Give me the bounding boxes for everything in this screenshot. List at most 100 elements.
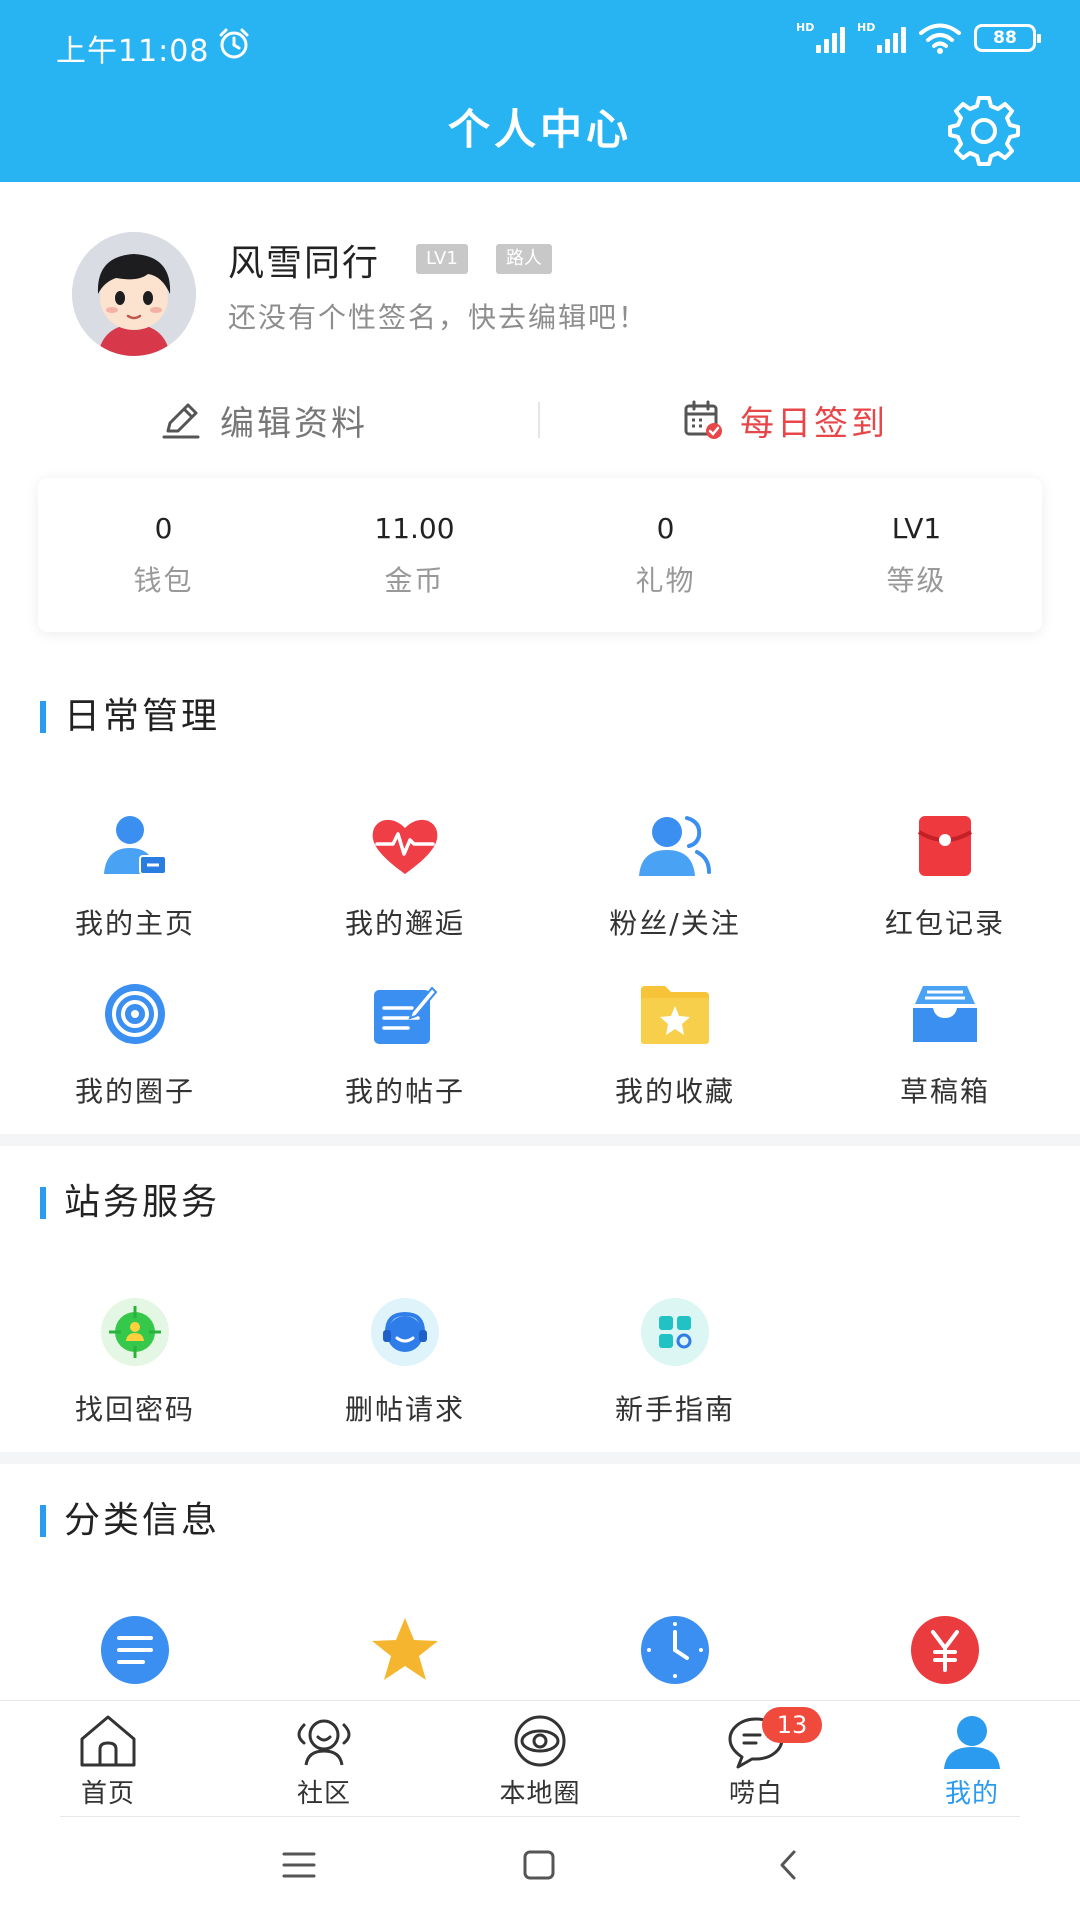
grid-item-label: 草稿箱 <box>899 1075 990 1108</box>
wifi-icon <box>919 23 961 54</box>
grid-item-my-homepage[interactable]: 我的主页 <box>0 806 270 942</box>
post-edit-icon <box>374 986 438 1044</box>
stat-label: 金币 <box>384 563 445 597</box>
unread-badge: 13 <box>762 1707 822 1743</box>
system-navigation-bar <box>0 1818 1080 1920</box>
grid-item-category-3[interactable] <box>540 1610 810 1690</box>
section-title-daily: 日常管理 <box>40 697 220 737</box>
daily-checkin-label: 每日签到 <box>740 403 888 444</box>
role-badge: 路人 <box>496 244 552 274</box>
star-folder-icon <box>641 986 709 1044</box>
grid-item-my-posts[interactable]: 我的帖子 <box>270 974 540 1110</box>
edit-profile-label: 编辑资料 <box>220 403 368 444</box>
back-icon[interactable] <box>772 1848 806 1882</box>
status-time: 上午11:08 <box>56 34 210 69</box>
heart-pulse-icon <box>372 819 438 874</box>
grid-item-category-4[interactable] <box>810 1610 1080 1690</box>
username: 风雪同行 <box>228 243 381 284</box>
clock-icon <box>641 1616 709 1684</box>
home-square-icon[interactable] <box>522 1848 556 1882</box>
bottom-tab-bar: 首页 社区 本地圈 唠白 13 我的 <box>0 1700 1080 1818</box>
headset-icon <box>371 1298 439 1366</box>
grid-item-my-circles[interactable]: 我的圈子 <box>0 974 270 1110</box>
followers-icon <box>639 816 711 876</box>
grid-item-label: 找回密码 <box>74 1393 195 1426</box>
stat-value: LV1 <box>891 511 942 545</box>
daily-checkin-button[interactable]: 每日签到 <box>682 390 888 450</box>
avatar-image <box>72 232 196 356</box>
circle-target-icon <box>105 984 165 1044</box>
stat-wallet[interactable]: 0 钱包 <box>38 478 289 632</box>
stat-gifts[interactable]: 0 礼物 <box>540 478 791 632</box>
tab-label: 唠白 <box>728 1779 783 1809</box>
profile-actions: 编辑资料 每日签到 <box>0 390 1080 450</box>
home-icon <box>80 1715 136 1767</box>
grid-item-delete-request[interactable]: 删帖请求 <box>270 1292 540 1428</box>
user-home-icon <box>104 816 167 875</box>
divider <box>538 402 540 438</box>
stats-card: 0 钱包 11.00 金币 0 礼物 LV1 等级 <box>38 478 1042 632</box>
section-separator <box>0 1452 1080 1464</box>
stat-value: 11.00 <box>374 511 455 545</box>
grid-item-drafts[interactable]: 草稿箱 <box>810 974 1080 1110</box>
pencil-icon <box>162 403 200 439</box>
list-icon <box>101 1616 169 1684</box>
tab-me[interactable]: 我的 <box>864 1701 1080 1818</box>
tab-label: 首页 <box>80 1779 135 1809</box>
section-title-category: 分类信息 <box>40 1501 220 1541</box>
grid-item-recover-password[interactable]: 找回密码 <box>0 1292 270 1428</box>
tab-label: 本地圈 <box>499 1779 581 1809</box>
grid-item-label: 新手指南 <box>614 1393 735 1426</box>
grid-item-my-favorites[interactable]: 我的收藏 <box>540 974 810 1110</box>
level-badge: LV1 <box>416 244 468 274</box>
red-envelope-icon <box>917 816 973 876</box>
tab-label: 社区 <box>296 1779 351 1809</box>
calendar-check-icon <box>684 400 722 439</box>
menu-icon[interactable] <box>282 1848 316 1882</box>
avatar[interactable] <box>72 232 196 356</box>
alarm-icon <box>219 28 249 59</box>
section-title-service: 站务服务 <box>40 1183 220 1223</box>
grid-item-label: 粉丝/关注 <box>609 907 741 940</box>
grid-item-red-envelope[interactable]: 红包记录 <box>810 806 1080 942</box>
grid-item-label: 我的邂逅 <box>344 907 465 940</box>
signature-text[interactable]: 还没有个性签名，快去编辑吧！ <box>228 296 648 336</box>
grid-item-label: 我的帖子 <box>344 1075 465 1108</box>
star-icon <box>372 1618 438 1680</box>
grid-item-beginner-guide[interactable]: 新手指南 <box>540 1292 810 1428</box>
profile-icon <box>944 1716 1000 1769</box>
section-separator <box>0 1134 1080 1146</box>
grid-item-label: 我的主页 <box>74 907 195 940</box>
grid-item-label: 删帖请求 <box>344 1393 465 1426</box>
stat-level[interactable]: LV1 等级 <box>791 478 1042 632</box>
grid-item-category-2[interactable] <box>270 1610 540 1690</box>
grid-item-my-encounters[interactable]: 我的邂逅 <box>270 806 540 942</box>
locate-user-icon <box>101 1298 169 1366</box>
stat-coins[interactable]: 11.00 金币 <box>289 478 540 632</box>
settings-gear-icon[interactable] <box>946 92 1022 168</box>
planet-icon <box>514 1715 566 1767</box>
stat-label: 等级 <box>886 563 947 597</box>
apps-grid-icon <box>641 1298 709 1366</box>
stat-label: 钱包 <box>133 563 194 597</box>
stat-value: 0 <box>656 511 675 545</box>
inbox-tray-icon <box>913 986 977 1042</box>
tab-label: 我的 <box>944 1779 999 1809</box>
signal-icon: HD <box>796 21 845 53</box>
status-icons: HD HD 88 <box>796 21 1041 54</box>
tab-community[interactable]: 社区 <box>216 1701 432 1818</box>
grid-item-category-1[interactable] <box>0 1610 270 1690</box>
tab-home[interactable]: 首页 <box>0 1701 216 1818</box>
stat-label: 礼物 <box>635 563 696 597</box>
tab-local-circle[interactable]: 本地圈 <box>432 1701 648 1818</box>
edit-profile-button[interactable]: 编辑资料 <box>160 390 368 450</box>
grid-item-label: 我的收藏 <box>614 1075 735 1108</box>
divider <box>60 1816 1020 1817</box>
grid-item-label: 我的圈子 <box>74 1075 195 1108</box>
battery-icon: 88 <box>974 24 1041 52</box>
community-icon <box>297 1719 351 1766</box>
tab-chat[interactable]: 唠白 13 <box>648 1701 864 1818</box>
signal-icon: HD <box>857 21 906 53</box>
grid-item-followers[interactable]: 粉丝/关注 <box>540 806 810 942</box>
grid-item-label: 红包记录 <box>884 907 1005 940</box>
